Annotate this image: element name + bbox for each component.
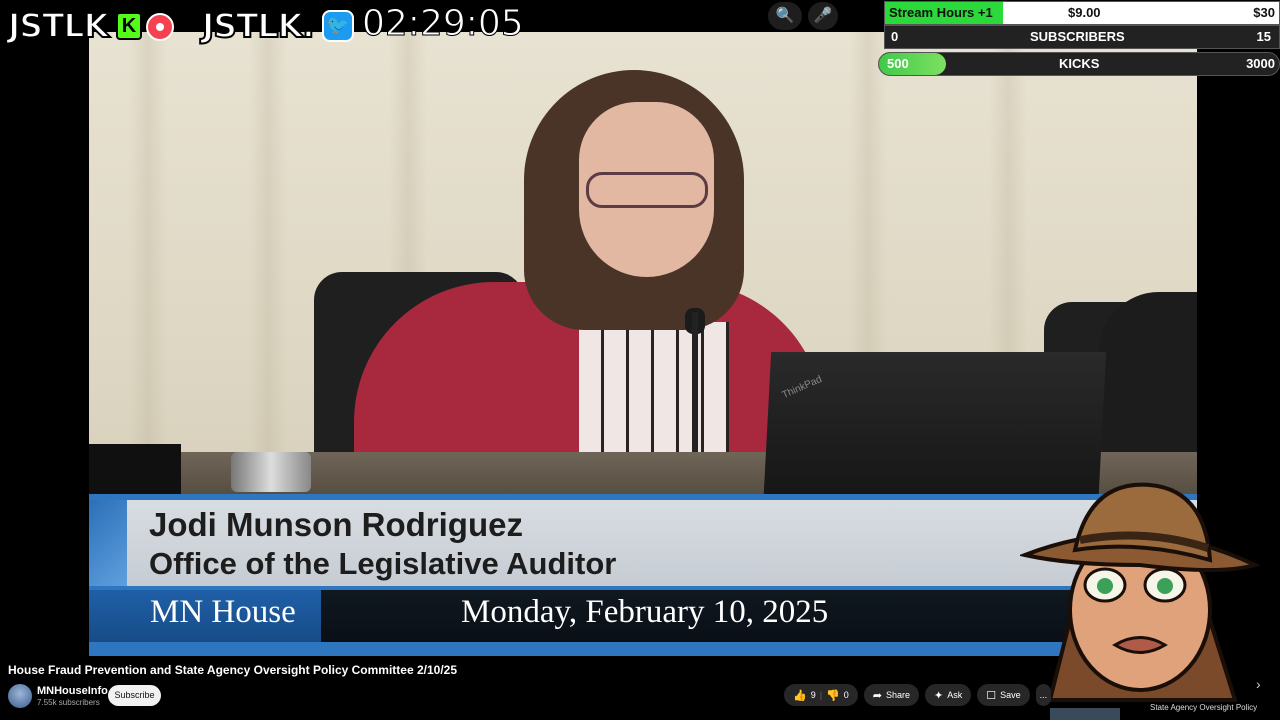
thumbs-down-icon[interactable]: 👎 — [826, 689, 840, 702]
chevron-right-icon[interactable]: › — [1256, 676, 1261, 692]
tumbler-cup — [231, 452, 311, 492]
channel-avatar[interactable] — [8, 684, 32, 708]
monitor — [89, 444, 181, 494]
channel-name[interactable]: MNHouseInfo — [37, 685, 108, 697]
broadcast-channel: MN House — [150, 594, 296, 630]
goal-current: 500 — [887, 56, 909, 71]
goal-current: $9.00 — [1068, 5, 1101, 20]
sparkle-icon: ✦ — [934, 689, 944, 702]
speaker-name: Jodi Munson Rodriguez — [149, 506, 523, 543]
save-label: Save — [1000, 690, 1021, 700]
microphone-icon[interactable]: 🎤 — [808, 2, 838, 30]
save-button[interactable]: ☐ Save — [977, 684, 1030, 706]
goal-target: $30 — [1253, 5, 1275, 20]
goal-subscribers: 0 SUBSCRIBERS 15 — [884, 25, 1280, 49]
goal-stream-hours: Stream Hours +1 $9.00 $30 — [884, 1, 1280, 25]
twitter-bird-icon: 🐦 — [322, 10, 354, 42]
goal-kicks: 500 KICKS 3000 — [878, 52, 1280, 76]
goal-target: 3000 — [1246, 56, 1275, 71]
stream-timer: 02:29:05 — [362, 3, 525, 45]
share-icon: ➦ — [872, 689, 882, 702]
detective-mascot — [1020, 482, 1260, 702]
speaker-org: Office of the Legislative Auditor — [149, 546, 617, 581]
ask-button[interactable]: ✦ Ask — [925, 684, 972, 706]
jstlk-twitter-logo: JSTLK. — [201, 5, 316, 46]
goal-label: KICKS — [1059, 56, 1100, 71]
like-button[interactable]: 👍 9 | 👎 0 — [784, 684, 858, 706]
broadcast-date: Monday, February 10, 2025 — [461, 594, 829, 630]
curtain — [129, 32, 167, 506]
lower-third-accent — [89, 500, 127, 586]
up-next-title[interactable]: State Agency Oversight Policy — [1150, 703, 1257, 712]
video-title: House Fraud Prevention and State Agency … — [8, 663, 458, 677]
video-actions: 👍 9 | 👎 0 ➦ Share ✦ Ask ☐ Save ... — [784, 684, 1052, 706]
goal-current: 0 — [891, 29, 899, 44]
live-record-icon — [146, 13, 174, 41]
kick-icon: K — [116, 12, 142, 40]
goal-label: SUBSCRIBERS — [1030, 29, 1125, 44]
jstlk-logo: JSTLK — [7, 5, 110, 46]
more-actions-button[interactable]: ... — [1035, 684, 1052, 706]
goal-target: 15 — [1256, 29, 1271, 44]
bookmark-icon: ☐ — [986, 689, 997, 702]
subscribe-button[interactable]: Subscribe — [108, 685, 161, 706]
glasses — [586, 172, 708, 208]
curtain — [249, 32, 287, 506]
ask-label: Ask — [947, 690, 963, 700]
dislike-count: 0 — [843, 690, 849, 700]
thumbs-up-icon: 👍 — [793, 689, 807, 702]
share-label: Share — [886, 690, 911, 700]
search-icon[interactable]: 🔍 — [768, 2, 802, 30]
like-dislike-divider: | — [819, 690, 823, 700]
goal-label: Stream Hours +1 — [889, 5, 993, 20]
up-next-thumbnail[interactable] — [1050, 708, 1120, 720]
share-button[interactable]: ➦ Share — [863, 684, 920, 706]
subscriber-count: 7.55k subscribers — [37, 698, 100, 707]
like-count: 9 — [810, 690, 816, 700]
